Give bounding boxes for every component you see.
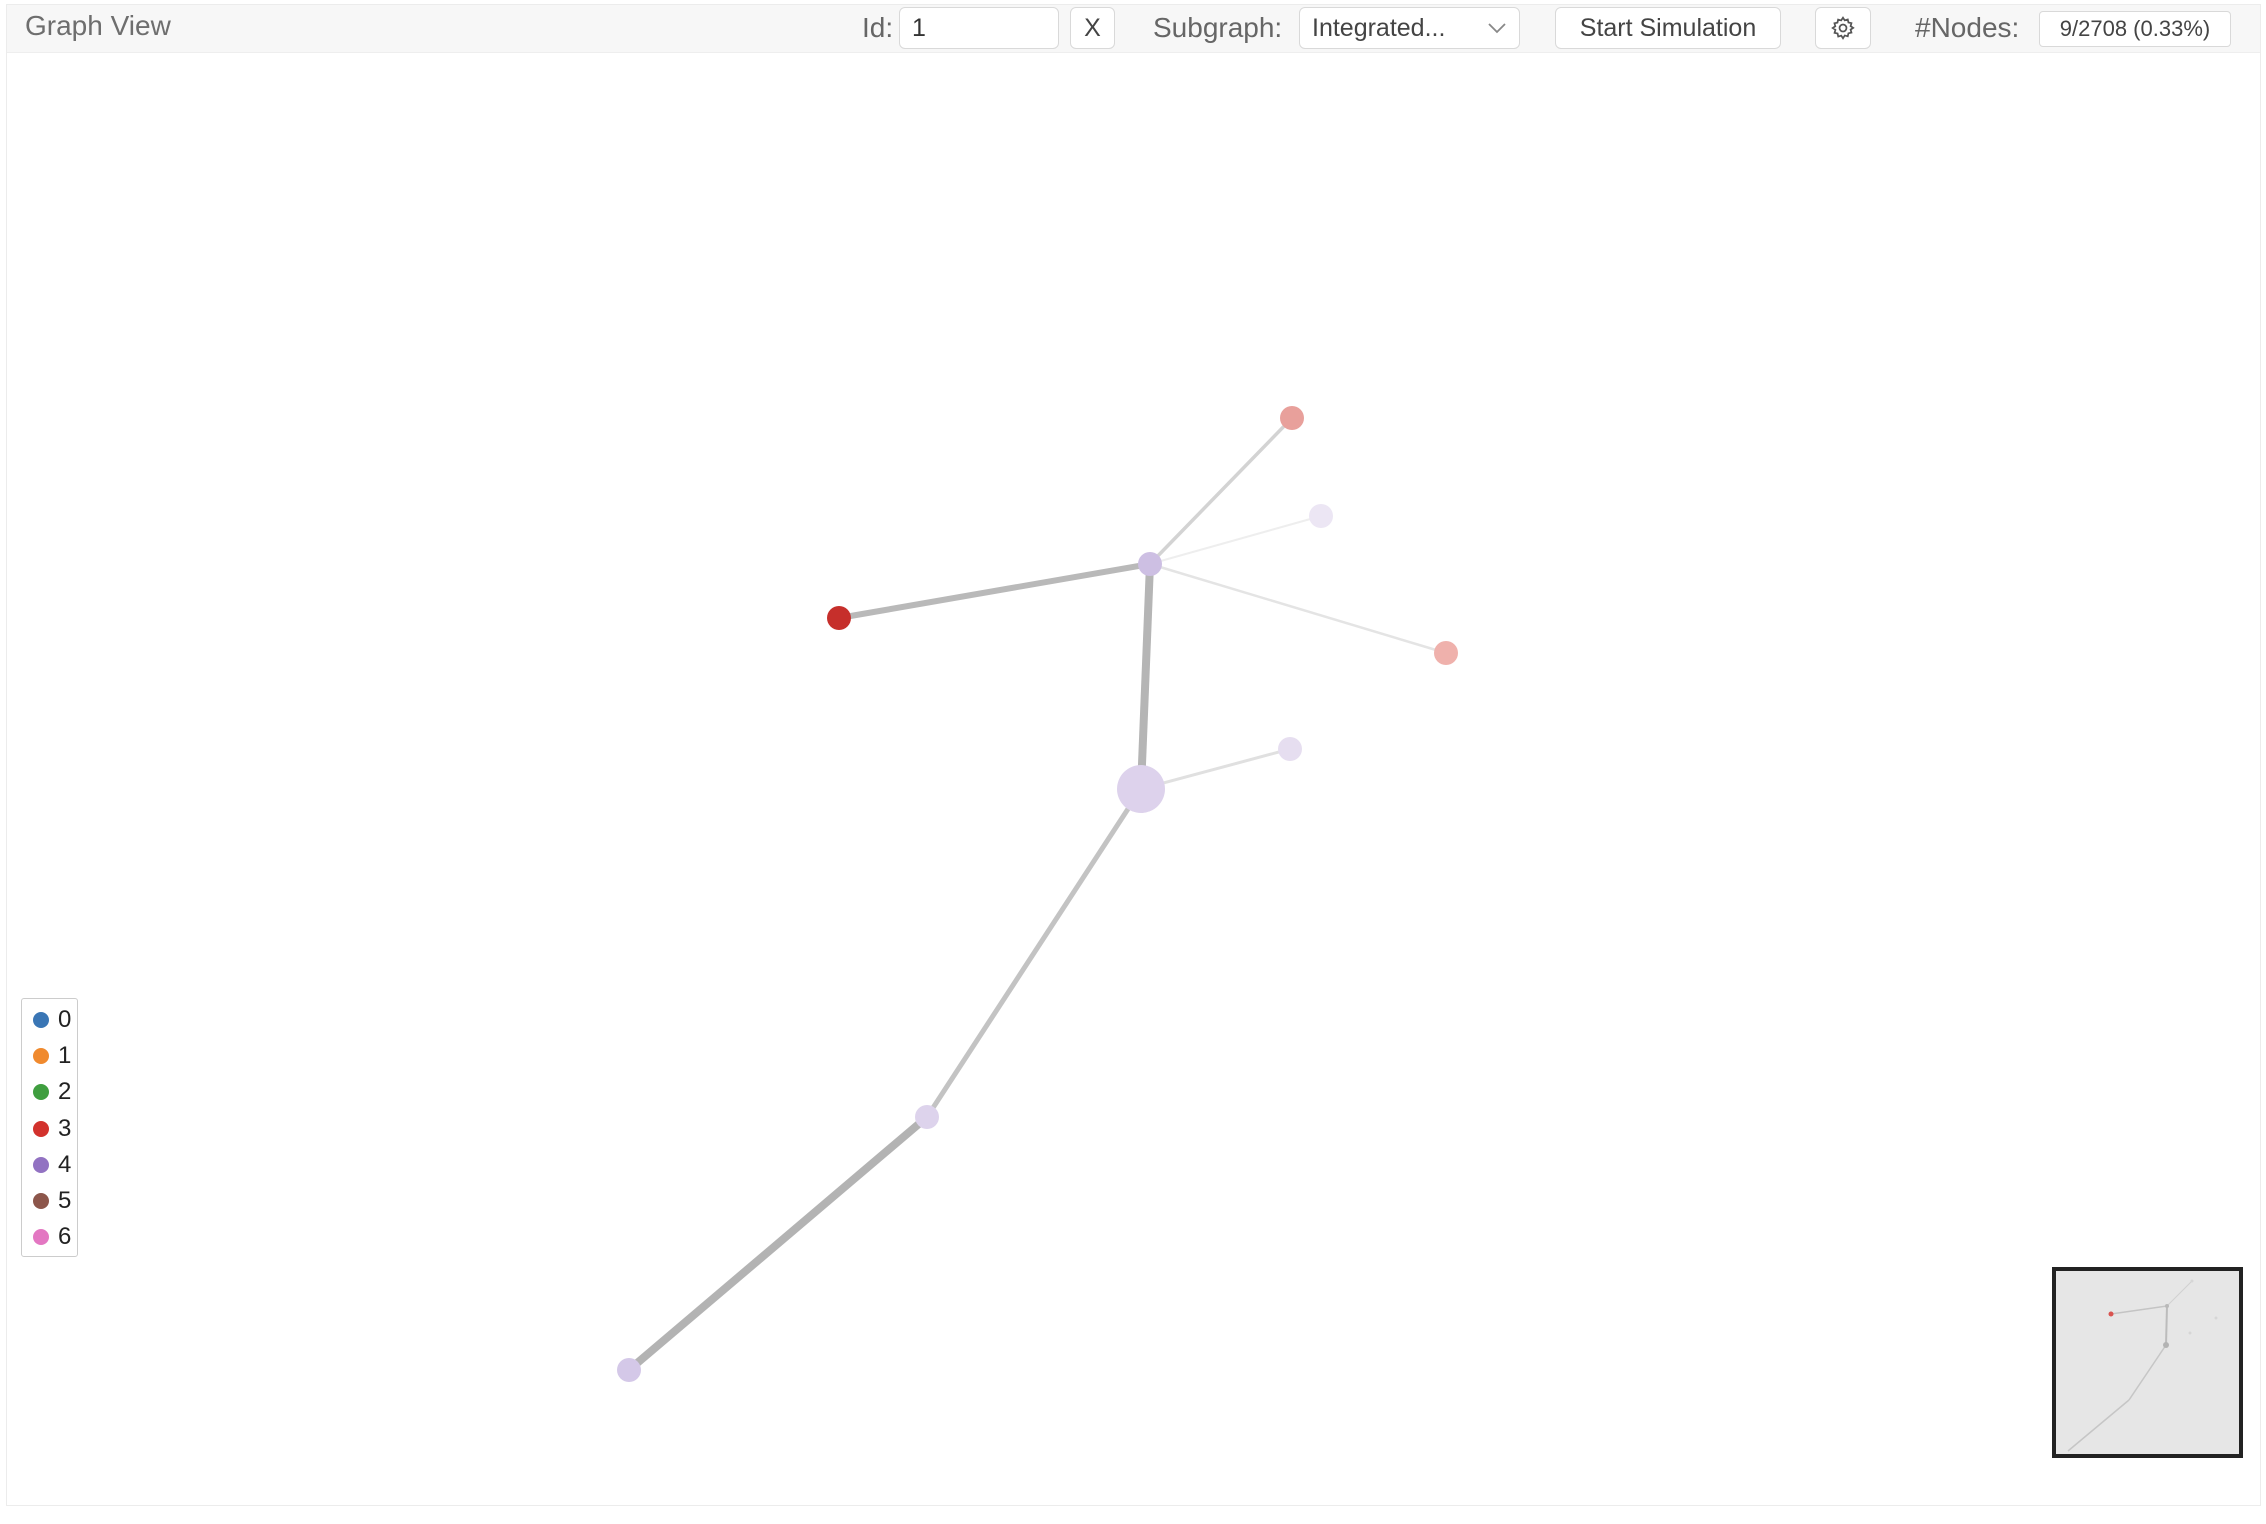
graph-node[interactable] [1309, 504, 1333, 528]
graph-edge [1149, 562, 1447, 655]
graph-edge [838, 561, 1151, 621]
legend-color-dot [33, 1229, 49, 1245]
legend-item: 0 [22, 1005, 77, 1035]
legend-color-dot [33, 1157, 49, 1173]
legend-item: 3 [22, 1114, 77, 1144]
minimap[interactable] [2052, 1267, 2243, 1458]
legend-color-dot [33, 1121, 49, 1137]
legend-label: 3 [58, 1115, 72, 1142]
legend-item: 2 [22, 1077, 77, 1107]
graph-edge [924, 787, 1144, 1119]
graph-node[interactable] [827, 606, 851, 630]
legend-color-dot [33, 1048, 49, 1064]
legend-label: 6 [58, 1223, 72, 1250]
graph-node[interactable] [915, 1105, 939, 1129]
legend-color-dot [33, 1012, 49, 1028]
legend-label: 5 [58, 1187, 72, 1214]
minimap-graph [2067, 1279, 2218, 1452]
legend-label: 4 [58, 1151, 72, 1178]
legend-label: 0 [58, 1006, 72, 1033]
class-legend: 0 1 2 3 4 5 6 [21, 998, 78, 1257]
graph-edge [1148, 416, 1294, 566]
graph-canvas[interactable] [0, 0, 2266, 1510]
graph-node[interactable] [1278, 737, 1302, 761]
legend-item: 5 [22, 1186, 77, 1216]
legend-label: 2 [58, 1078, 72, 1105]
graph-node[interactable] [1138, 552, 1162, 576]
legend-item: 1 [22, 1041, 77, 1071]
legend-color-dot [33, 1084, 49, 1100]
graph-edge [626, 1113, 930, 1374]
graph-node[interactable] [1280, 406, 1304, 430]
graph-node[interactable] [617, 1358, 641, 1382]
graph-edge [1137, 563, 1154, 790]
legend-color-dot [33, 1193, 49, 1209]
graph-node[interactable] [1434, 641, 1458, 665]
legend-label: 1 [58, 1042, 72, 1069]
legend-item: 6 [22, 1222, 77, 1252]
legend-item: 4 [22, 1150, 77, 1180]
graph-node-selected[interactable] [1117, 765, 1165, 813]
